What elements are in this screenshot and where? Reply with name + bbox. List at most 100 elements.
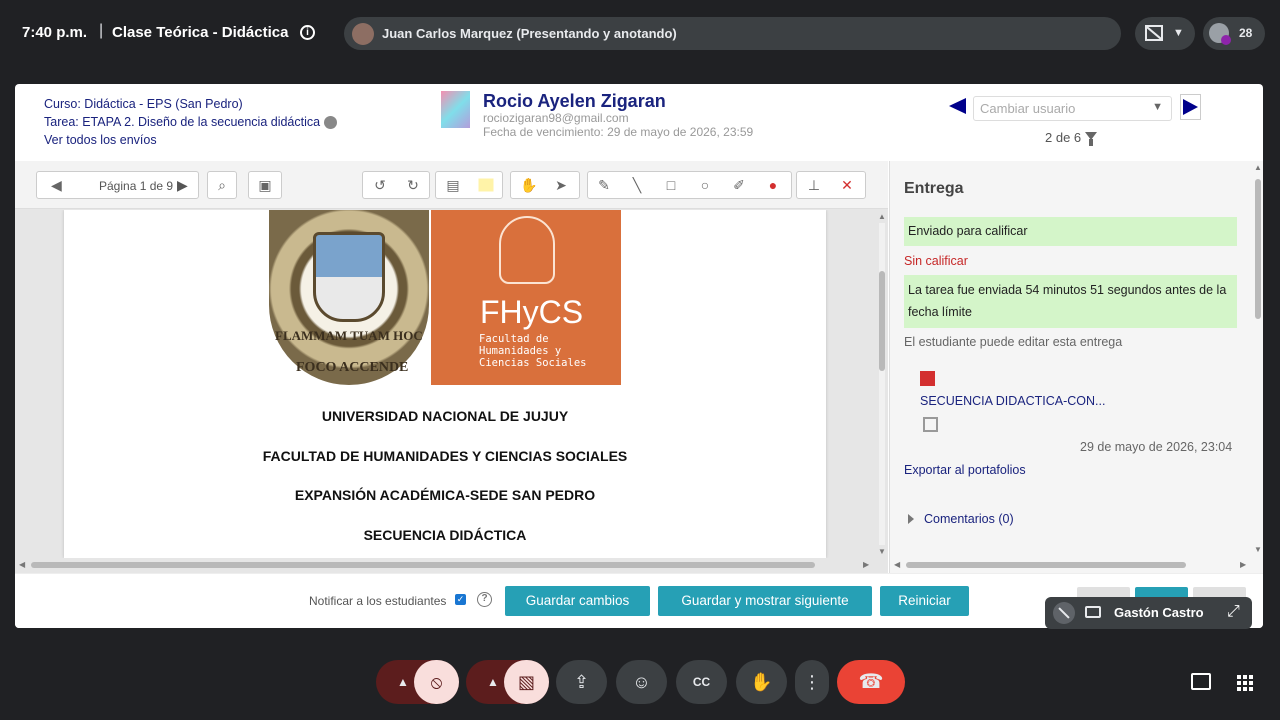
document-vertical-scrollbar[interactable]: ▲ ▼: [877, 211, 887, 557]
presenter-banner[interactable]: Juan Carlos Marquez (Presentando y anota…: [344, 17, 1121, 50]
rotate-left-icon[interactable]: ↺: [374, 178, 386, 192]
scroll-up-icon[interactable]: ▲: [878, 212, 886, 221]
mute-button[interactable]: ⦸: [414, 660, 459, 704]
present-screen-icon: ⇪: [573, 672, 590, 692]
annotation-toolbar: ◀ Página 1 de 9 ▶ ⌕ ▣ ↺ ↻ ▤ ✋ ➤ ✎ ╲ □ ○ …: [15, 161, 888, 209]
meeting-title: Clase Teórica - Didáctica: [112, 24, 289, 41]
filter-icon[interactable]: [1085, 132, 1097, 146]
document-heading-title: SECUENCIA DIDÁCTICA: [363, 527, 527, 543]
scroll-up-icon[interactable]: ▲: [1254, 163, 1262, 172]
pan-hand-icon[interactable]: ✋: [520, 178, 537, 192]
help-icon[interactable]: ?: [477, 592, 492, 607]
scroll-down-icon[interactable]: ▼: [878, 547, 886, 556]
notify-students-checkbox[interactable]: ✓: [455, 594, 466, 605]
select-pointer-icon[interactable]: ➤: [555, 178, 567, 192]
change-user-placeholder: Cambiar usuario: [980, 101, 1076, 116]
task-link-row: Tarea: ETAPA 2. Diseño de la secuencia d…: [44, 113, 338, 131]
camera-toggle-button[interactable]: ▧: [504, 660, 549, 704]
save-changes-button[interactable]: Guardar cambios: [505, 586, 650, 616]
info-icon[interactable]: i: [300, 25, 315, 40]
search-icon: ⌕: [218, 177, 226, 193]
panel-horizontal-scrollbar[interactable]: ◀ ▶: [890, 559, 1252, 571]
scroll-right-icon[interactable]: ▶: [863, 560, 869, 569]
due-date: Fecha de vencimiento: 29 de mayo de 2026…: [483, 125, 754, 139]
export-portfolio-link[interactable]: Exportar al portafolios: [904, 463, 1026, 477]
rectangle-icon[interactable]: □: [667, 178, 675, 192]
color-swatch-icon[interactable]: [478, 178, 494, 192]
pen-icon[interactable]: ✎: [598, 178, 610, 192]
task-link[interactable]: Tarea: ETAPA 2. Diseño de la secuencia d…: [44, 115, 320, 129]
oval-icon[interactable]: ○: [701, 178, 709, 192]
delete-icon[interactable]: ✕: [841, 178, 853, 192]
color-drop-icon[interactable]: ●: [769, 178, 777, 192]
chevron-up-icon[interactable]: ▲: [487, 673, 499, 691]
more-options-button[interactable]: ⋮: [795, 660, 829, 704]
presenter-avatar: [352, 23, 374, 45]
submitted-file-link[interactable]: SECUENCIA DIDACTICA-CON...: [920, 394, 1105, 408]
rotate-right-icon[interactable]: ↻: [407, 178, 419, 192]
participant-badge: [1221, 35, 1231, 45]
mic-control: ▲ ⦸: [376, 660, 459, 704]
scroll-left-icon[interactable]: ◀: [19, 560, 25, 569]
stamp-icon[interactable]: ⊥: [808, 178, 820, 192]
search-comments-button[interactable]: ⌕: [207, 171, 237, 199]
previous-user-arrow-icon[interactable]: [949, 98, 966, 114]
comments-toggle[interactable]: Comentarios (0): [924, 512, 1014, 526]
view-all-submissions-link[interactable]: Ver todos los envíos: [44, 131, 337, 149]
user-count: 2 de 6: [1045, 130, 1082, 145]
gear-icon[interactable]: [324, 116, 338, 130]
hand-icon: ✋: [750, 672, 773, 692]
submission-panel: Entrega Enviado para calificar Sin calif…: [889, 161, 1263, 573]
apps-grid-icon[interactable]: [1237, 675, 1253, 691]
document-horizontal-scrollbar[interactable]: ◀ ▶: [19, 559, 875, 571]
scroll-down-icon[interactable]: ▼: [1254, 545, 1262, 554]
save-and-next-button[interactable]: Guardar y mostrar siguiente: [658, 586, 872, 616]
next-page-icon[interactable]: ▶: [177, 178, 188, 192]
leave-call-button[interactable]: ☎: [837, 660, 905, 704]
fhycs-crest: [499, 216, 555, 284]
student-name[interactable]: Rocio Ayelen Zigaran: [483, 91, 666, 112]
self-view-tile[interactable]: Gastón Castro ⤢: [1045, 597, 1252, 629]
fhycs-logo: FHyCS Facultad de Humanidades y Ciencias…: [431, 210, 621, 385]
panel-vertical-scrollbar[interactable]: ▲ ▼: [1253, 161, 1263, 557]
scrollbar-thumb[interactable]: [879, 271, 885, 371]
caret-right-icon[interactable]: [908, 514, 914, 524]
reactions-button[interactable]: ☺: [616, 660, 667, 704]
comment-icon[interactable]: ▤: [446, 178, 459, 192]
expand-icon[interactable]: ⤢: [1227, 603, 1240, 621]
raise-hand-button[interactable]: ✋: [736, 660, 787, 704]
course-link[interactable]: Curso: Didáctica - EPS (San Pedro): [44, 95, 337, 113]
reset-button[interactable]: Reiniciar: [880, 586, 969, 616]
line-icon[interactable]: ╲: [633, 178, 641, 192]
document-page: FLAMMAM TUAM HOC FOCO ACCENDE FHyCS Facu…: [64, 210, 826, 558]
scrollbar-thumb[interactable]: [906, 562, 1186, 568]
previous-page-icon[interactable]: ◀: [51, 178, 62, 192]
submission-date: 29 de mayo de 2026, 23:04: [1080, 440, 1233, 454]
participants-button[interactable]: 28: [1203, 17, 1265, 50]
chevron-down-icon: ▼: [1173, 27, 1184, 39]
expand-comments-button[interactable]: ▣: [248, 171, 282, 199]
highlight-icon[interactable]: ✐: [733, 178, 745, 192]
layout-off-icon: [1145, 25, 1163, 41]
convert-file-icon[interactable]: [923, 417, 938, 432]
presenter-label: Juan Carlos Marquez (Presentando y anota…: [382, 26, 677, 41]
mic-off-icon: ⦸: [430, 672, 443, 692]
page-label[interactable]: Página 1 de 9: [99, 179, 173, 193]
scrollbar-thumb[interactable]: [1255, 179, 1261, 319]
scrollbar-thumb[interactable]: [31, 562, 815, 568]
rotate-group: ↺ ↻: [362, 171, 430, 199]
change-user-select[interactable]: Cambiar usuario ▼: [973, 96, 1172, 121]
participant-count: 28: [1239, 26, 1253, 40]
chevron-up-icon[interactable]: ▲: [397, 673, 409, 691]
submission-title: Entrega: [904, 180, 964, 197]
layout-button[interactable]: ▼: [1135, 17, 1195, 50]
pointer-group: ✋ ➤: [510, 171, 580, 199]
scroll-left-icon[interactable]: ◀: [894, 560, 900, 569]
scroll-right-icon[interactable]: ▶: [1240, 560, 1246, 569]
present-screen-button[interactable]: ⇪: [556, 660, 607, 704]
next-user-arrow-icon[interactable]: [1180, 94, 1201, 120]
chat-icon[interactable]: [1191, 673, 1211, 690]
captions-button[interactable]: CC: [676, 660, 727, 704]
document-viewport[interactable]: FLAMMAM TUAM HOC FOCO ACCENDE FHyCS Facu…: [15, 210, 875, 558]
meet-top-bar: 7:40 p.m. | Clase Teórica - Didáctica i …: [0, 0, 1280, 70]
